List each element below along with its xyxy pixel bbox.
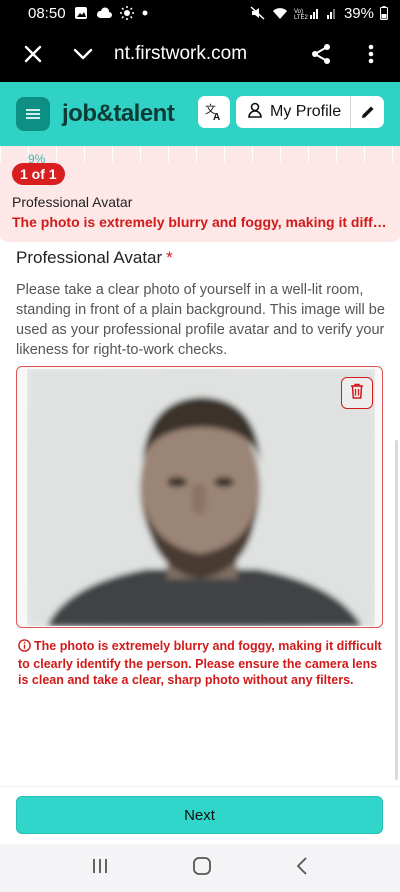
notification-dot-icon	[142, 10, 148, 16]
field-error-message: The photo is extremely blurry and foggy,…	[18, 638, 384, 688]
status-time: 08:50	[28, 4, 66, 22]
user-icon	[248, 102, 262, 123]
my-profile-label: My Profile	[270, 103, 342, 120]
android-nav-bar	[0, 844, 400, 892]
brand-logo[interactable]: job&talent	[62, 100, 175, 128]
back-icon[interactable]	[295, 856, 309, 881]
browser-toolbar: nt.firstwork.com	[0, 26, 400, 82]
recent-apps-icon[interactable]	[91, 857, 109, 880]
close-icon[interactable]	[8, 26, 58, 82]
field-label-text: Professional Avatar	[16, 248, 163, 267]
chevron-down-icon[interactable]	[58, 26, 108, 82]
battery-icon	[380, 6, 388, 20]
brightness-icon	[119, 6, 134, 20]
info-circle-icon	[18, 639, 31, 656]
signal-icon: Vo) LTE2	[294, 7, 320, 20]
signal-icon-2	[326, 7, 338, 20]
share-icon[interactable]	[296, 26, 346, 82]
hamburger-menu-icon[interactable]	[16, 97, 50, 131]
profile-controls: My Profile	[236, 96, 384, 128]
field-label: Professional Avatar *	[16, 248, 173, 268]
trash-icon	[350, 383, 364, 404]
banner-field-title[interactable]: Professional Avatar	[12, 194, 132, 210]
delete-photo-button[interactable]	[341, 377, 373, 409]
battery-percent: 39%	[343, 4, 374, 22]
cloud-icon	[96, 7, 112, 19]
mute-icon	[250, 6, 266, 20]
field-error-text: The photo is extremely blurry and foggy,…	[18, 639, 382, 687]
app-header: job&talent 文A My Profile	[0, 82, 400, 146]
more-options-icon[interactable]	[346, 26, 396, 82]
photo-upload-preview[interactable]	[16, 366, 383, 628]
progress-track	[0, 146, 400, 162]
banner-error-message[interactable]: The photo is extremely blurry and foggy,…	[12, 214, 388, 230]
home-icon[interactable]	[192, 856, 212, 881]
status-bar: 08:50 Vo) LTE2 39%	[0, 0, 400, 26]
my-profile-button[interactable]: My Profile	[236, 96, 350, 128]
field-description: Please take a clear photo of yourself in…	[16, 282, 385, 358]
error-summary-banner: 9% 1 of 1 Professional Avatar The photo …	[0, 146, 400, 242]
next-button[interactable]: Next	[16, 796, 383, 834]
translate-icon[interactable]: 文A	[198, 96, 230, 128]
scrollbar[interactable]	[395, 440, 398, 780]
svg-text:LTE2: LTE2	[294, 15, 309, 20]
gallery-icon	[74, 6, 88, 20]
required-asterisk: *	[166, 248, 173, 267]
edit-pencil-icon[interactable]	[351, 96, 384, 128]
wifi-icon	[272, 7, 288, 20]
avatar-photo	[27, 369, 375, 626]
url-bar[interactable]: nt.firstwork.com	[114, 43, 296, 65]
svg-text:A: A	[213, 112, 220, 122]
error-count-badge[interactable]: 1 of 1	[12, 163, 65, 185]
